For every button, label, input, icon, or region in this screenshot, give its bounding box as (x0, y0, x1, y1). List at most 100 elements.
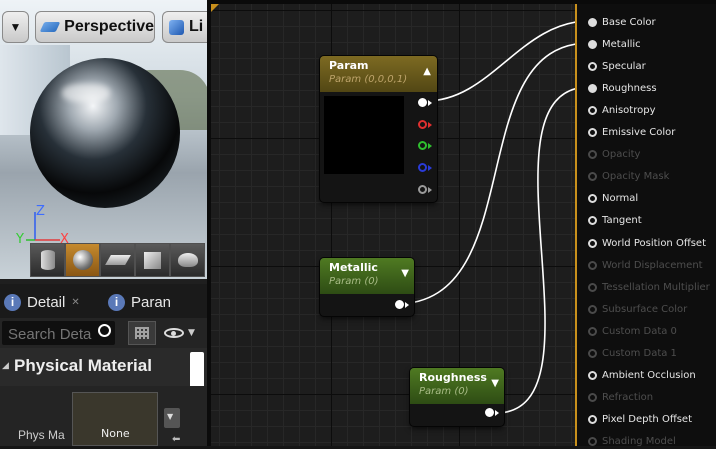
result-pin-row[interactable]: Opacity Mask (588, 170, 669, 184)
sphere-reflection (62, 84, 110, 102)
tab-params[interactable]: i Paran (108, 286, 171, 318)
result-pin-icon[interactable] (588, 83, 597, 93)
result-pin-row[interactable]: Base Color (588, 15, 656, 29)
collapse-down-icon[interactable]: ▼ (491, 378, 499, 389)
cylinder-preview-button[interactable] (30, 243, 65, 277)
roughness-node[interactable]: Roughness Param (0) ▼ (410, 368, 504, 426)
perspective-label: Perspective (64, 18, 154, 35)
asset-dropdown-button[interactable]: ▼ (164, 408, 180, 428)
param-output-b-pin[interactable] (418, 163, 427, 172)
metallic-output-pin[interactable] (395, 300, 404, 309)
result-pin-label: Opacity Mask (602, 171, 670, 183)
result-pin-row[interactable]: Normal (588, 192, 638, 206)
result-pin-icon[interactable] (588, 172, 597, 182)
pin-arrow-icon (428, 100, 432, 106)
pin-arrow-icon (428, 187, 432, 193)
result-pin-row[interactable]: Tangent (588, 214, 642, 228)
result-pin-label: Refraction (602, 392, 654, 404)
result-pin-label: Emissive Color (602, 127, 676, 138)
cube-preview-button[interactable] (135, 243, 170, 277)
result-pin-icon[interactable] (588, 216, 597, 226)
tab-close-icon[interactable]: ✕ (71, 297, 79, 308)
result-pin-row[interactable]: Anisotropy (588, 103, 655, 117)
param-output-r-pin[interactable] (418, 120, 427, 129)
param-node[interactable]: Param Param (0,0,0,1) ▲ (320, 56, 437, 202)
visibility-button[interactable]: ▼ (164, 323, 204, 343)
result-pin-label: Normal (602, 193, 639, 205)
material-graph[interactable]: Param Param (0,0,0,1) ▲ Metallic Param (… (211, 0, 575, 446)
wire-param-basecolor (425, 21, 575, 102)
result-pin-row[interactable]: Refraction (588, 391, 653, 405)
result-pin-icon[interactable] (588, 39, 597, 49)
sphere-preview-button[interactable] (65, 243, 100, 277)
result-pin-row[interactable]: Specular (588, 59, 646, 73)
result-pin-icon[interactable] (588, 393, 597, 403)
viewport-menu-button[interactable]: ▼ (2, 11, 29, 43)
search-input[interactable] (6, 323, 94, 345)
result-pin-row[interactable]: Roughness (588, 81, 657, 95)
result-pin-icon[interactable] (588, 326, 597, 336)
roughness-node-header[interactable]: Roughness Param (0) ▼ (410, 368, 504, 404)
result-pin-row[interactable]: World Position Offset (588, 236, 706, 250)
property-matrix-button[interactable] (128, 321, 156, 345)
param-output-g-pin[interactable] (418, 141, 427, 150)
result-pin-label: Ambient Occlusion (602, 370, 696, 382)
axis-y-label: Y (16, 232, 24, 247)
lit-button[interactable]: Li (162, 11, 207, 43)
perspective-button[interactable]: Perspective (35, 11, 155, 43)
category-header[interactable]: ◢ Physical Material (0, 348, 211, 398)
collapse-up-icon[interactable]: ▲ (423, 66, 431, 77)
param-node-header[interactable]: Param Param (0,0,0,1) ▲ (320, 56, 437, 92)
result-pin-icon[interactable] (588, 437, 597, 447)
collapse-down-icon[interactable]: ▼ (401, 268, 409, 279)
asset-thumbnail[interactable]: None (72, 392, 158, 446)
result-pin-label: Pixel Depth Offset (602, 414, 692, 426)
result-pin-row[interactable]: Shading Model (588, 435, 676, 449)
result-pin-row[interactable]: Metallic (588, 37, 641, 51)
param-output-rgba-pin[interactable] (418, 98, 427, 107)
result-pin-icon[interactable] (588, 282, 597, 292)
result-pin-icon[interactable] (588, 17, 597, 27)
result-pin-icon[interactable] (588, 371, 597, 381)
result-pin-icon[interactable] (588, 238, 597, 248)
pin-arrow-icon (428, 165, 432, 171)
result-pin-icon[interactable] (588, 415, 597, 425)
lit-cube-icon (169, 19, 184, 35)
result-pin-icon[interactable] (588, 105, 597, 115)
param-node-title: Param (329, 59, 369, 72)
result-pin-icon[interactable] (588, 128, 597, 137)
result-pin-row[interactable]: Pixel Depth Offset (588, 413, 692, 427)
result-pin-row[interactable]: Emissive Color (588, 126, 675, 140)
result-pin-icon[interactable] (588, 349, 597, 358)
result-pin-icon[interactable] (588, 150, 597, 160)
result-pin-row[interactable]: Tessellation Multiplier (588, 280, 710, 294)
roughness-output-pin[interactable] (485, 408, 494, 417)
result-pin-row[interactable]: World Displacement (588, 258, 703, 272)
result-pin-icon[interactable] (588, 194, 597, 204)
perspective-icon (39, 22, 61, 32)
result-pin-row[interactable]: Custom Data 1 (588, 347, 677, 361)
metallic-node-header[interactable]: Metallic Param (0) ▼ (320, 258, 414, 294)
teapot-icon (177, 253, 198, 267)
metallic-node[interactable]: Metallic Param (0) ▼ (320, 258, 414, 316)
graph-corner-marker (211, 4, 219, 12)
result-pin-row[interactable]: Custom Data 0 (588, 324, 677, 338)
result-pin-icon[interactable] (588, 61, 597, 71)
result-pin-row[interactable]: Ambient Occlusion (588, 369, 696, 383)
result-pin-row[interactable]: Subsurface Color (588, 302, 687, 316)
tab-details[interactable]: i Detail ✕ (4, 286, 80, 318)
result-pin-icon[interactable] (588, 260, 597, 270)
search-icon (98, 324, 111, 337)
material-result-node[interactable]: Base Color Metallic Specular Roughness Aniso… (575, 4, 716, 449)
result-pin-icon[interactable] (588, 304, 597, 314)
result-pin-label: Tessellation Multiplier (602, 281, 710, 293)
preview-viewport[interactable]: ▼ Perspective Li Z X Y (0, 0, 207, 279)
result-pin-label: Metallic (602, 38, 641, 50)
use-selected-arrow-icon[interactable]: ⬅ (172, 434, 180, 445)
teapot-preview-button[interactable] (170, 243, 205, 277)
plane-preview-button[interactable] (100, 243, 135, 277)
param-output-a-pin[interactable] (418, 185, 427, 194)
details-search-box[interactable] (2, 321, 115, 345)
result-pin-row[interactable]: Opacity (588, 148, 640, 162)
cylinder-icon (40, 250, 55, 270)
